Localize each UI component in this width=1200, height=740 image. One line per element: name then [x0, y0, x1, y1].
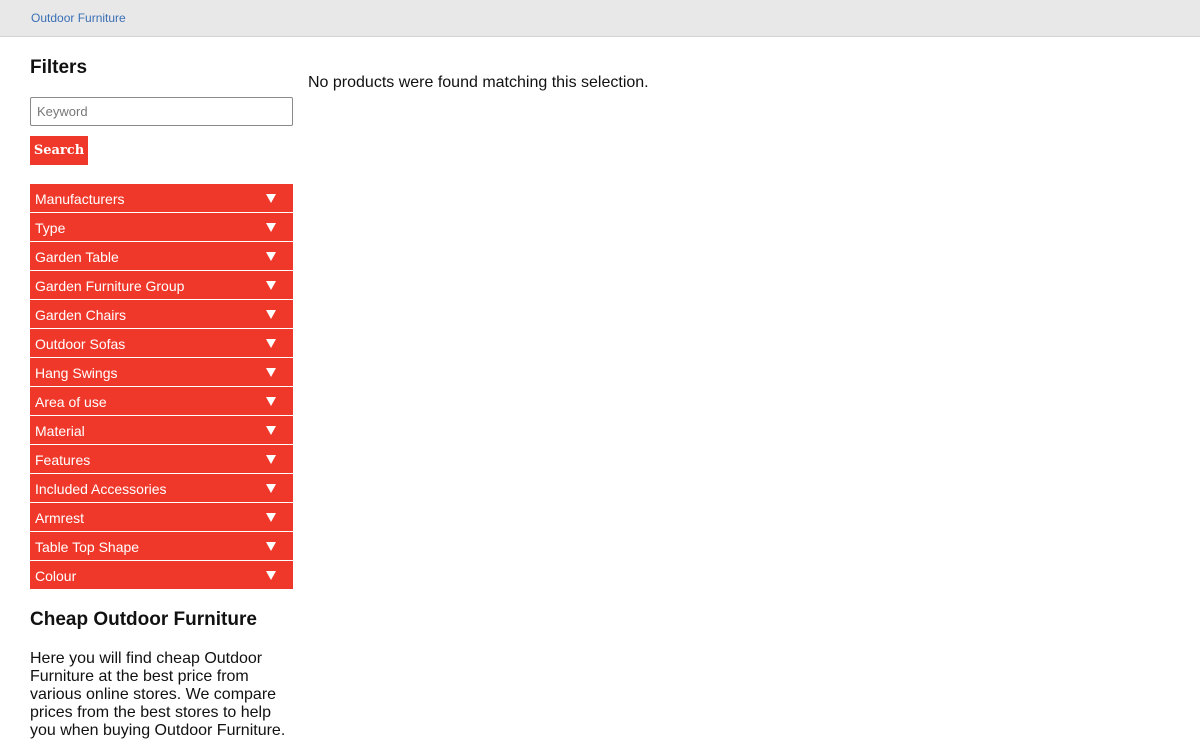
filter-type[interactable]: Type: [30, 213, 293, 241]
filter-label: Garden Table: [35, 249, 119, 265]
filter-armrest[interactable]: Armrest: [30, 503, 293, 531]
filter-garden-furniture-group[interactable]: Garden Furniture Group: [30, 271, 293, 299]
filter-label: Manufacturers: [35, 191, 125, 207]
filter-area-of-use[interactable]: Area of use: [30, 387, 293, 415]
filter-label: Material: [35, 423, 85, 439]
chevron-down-icon: [266, 368, 276, 377]
filter-label: Area of use: [35, 394, 107, 410]
chevron-down-icon: [266, 281, 276, 290]
filter-label: Garden Furniture Group: [35, 278, 185, 294]
chevron-down-icon: [266, 513, 276, 522]
chevron-down-icon: [266, 252, 276, 261]
filter-label: Hang Swings: [35, 365, 118, 381]
filter-label: Type: [35, 220, 66, 236]
chevron-down-icon: [266, 339, 276, 348]
chevron-down-icon: [266, 310, 276, 319]
filter-label: Included Accessories: [35, 481, 167, 497]
filter-garden-chairs[interactable]: Garden Chairs: [30, 300, 293, 328]
filter-label: Garden Chairs: [35, 307, 127, 323]
filter-manufacturers[interactable]: Manufacturers: [30, 184, 293, 212]
filter-label: Outdoor Sofas: [35, 336, 126, 352]
chevron-down-icon: [266, 571, 276, 580]
chevron-down-icon: [266, 194, 276, 203]
top-bar: Outdoor Furniture: [0, 0, 1200, 37]
filters-title: Filters: [30, 57, 88, 78]
filter-garden-table[interactable]: Garden Table: [30, 242, 293, 270]
filter-accordion: Manufacturers Type Garden Table Garden F…: [30, 184, 293, 590]
search-button[interactable]: Search: [30, 136, 88, 165]
filter-included-accessories[interactable]: Included Accessories: [30, 474, 293, 502]
category-info-heading: Cheap Outdoor Furniture: [30, 609, 257, 630]
chevron-down-icon: [266, 223, 276, 232]
no-products-message: No products were found matching this sel…: [308, 74, 649, 91]
filter-colour[interactable]: Colour: [30, 561, 293, 589]
product-results: No products were found matching this sel…: [308, 74, 649, 92]
filter-hang-swings[interactable]: Hang Swings: [30, 358, 293, 386]
filter-label: Table Top Shape: [35, 539, 140, 555]
filter-features[interactable]: Features: [30, 445, 293, 473]
chevron-down-icon: [266, 397, 276, 406]
chevron-down-icon: [266, 455, 276, 464]
filter-label: Colour: [35, 568, 77, 584]
chevron-down-icon: [266, 426, 276, 435]
filter-table-top-shape[interactable]: Table Top Shape: [30, 532, 293, 560]
filter-label: Armrest: [35, 510, 84, 526]
chevron-down-icon: [266, 542, 276, 551]
filter-material[interactable]: Material: [30, 416, 293, 444]
keyword-search-input[interactable]: [30, 97, 293, 126]
category-info-text: Here you will find cheap Outdoor Furnitu…: [30, 650, 286, 739]
chevron-down-icon: [266, 484, 276, 493]
breadcrumb-outdoor-furniture[interactable]: Outdoor Furniture: [31, 11, 126, 25]
filter-outdoor-sofas[interactable]: Outdoor Sofas: [30, 329, 293, 357]
filter-label: Features: [35, 452, 91, 468]
